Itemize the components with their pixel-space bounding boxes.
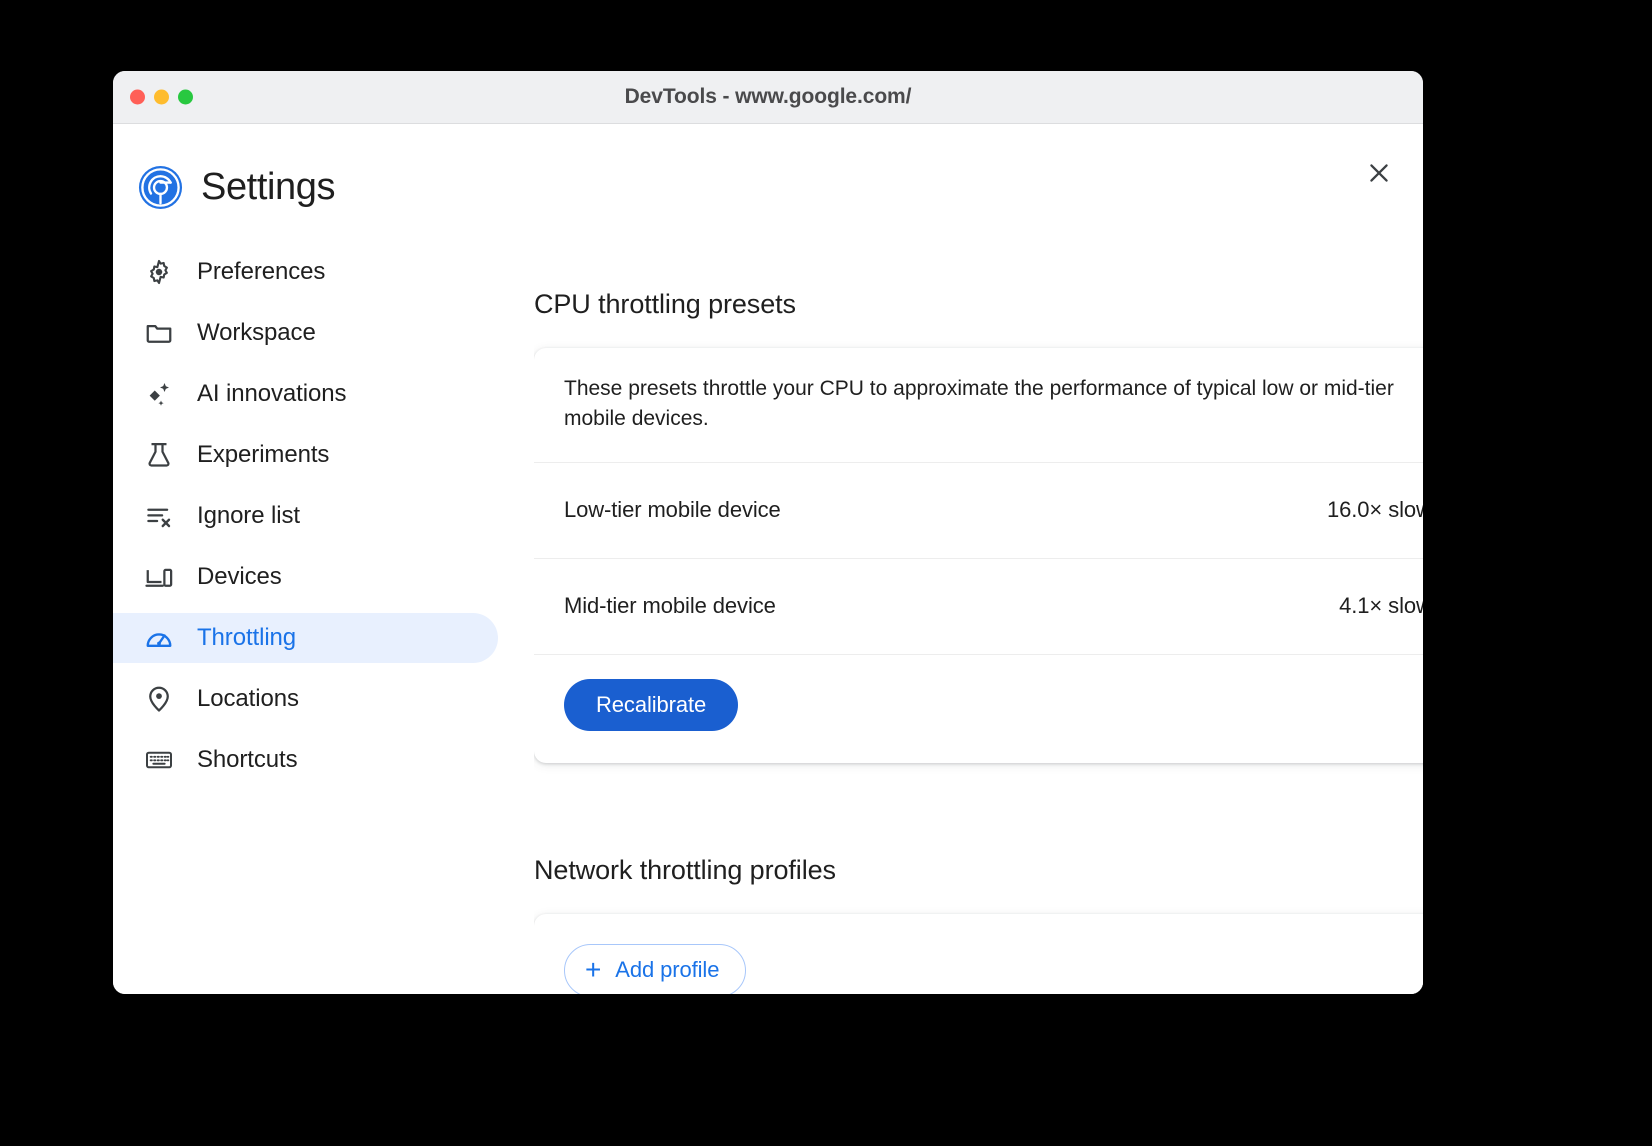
window-title: DevTools - www.google.com/: [113, 85, 1423, 109]
preset-value: 16.0× slowdown: [1327, 497, 1423, 523]
window-close-button[interactable]: [130, 90, 145, 105]
preset-value: 4.1× slowdown: [1339, 593, 1423, 619]
preset-name: Low-tier mobile device: [564, 497, 781, 523]
window-minimize-button[interactable]: [154, 90, 169, 105]
screen-root: DevTools - www.google.com/: [0, 0, 1652, 1146]
cpu-section-description: These presets throttle your CPU to appro…: [534, 348, 1423, 463]
sidebar-item-label: Workspace: [197, 319, 316, 347]
preset-name: Mid-tier mobile device: [564, 593, 776, 619]
flask-icon: [143, 439, 175, 471]
cpu-throttling-card: These presets throttle your CPU to appro…: [534, 348, 1423, 763]
sidebar-item-devices[interactable]: Devices: [113, 552, 498, 602]
settings-main-panel: CPU throttling presets These presets thr…: [534, 124, 1423, 994]
window-titlebar: DevTools - www.google.com/: [113, 71, 1423, 124]
traffic-light-group: [130, 90, 193, 105]
sidebar-item-label: AI innovations: [197, 380, 346, 408]
sidebar-item-label: Experiments: [197, 441, 329, 469]
speedometer-icon: [143, 622, 175, 654]
cpu-section-title: CPU throttling presets: [534, 289, 1403, 320]
gear-icon: [143, 256, 175, 288]
sidebar-item-shortcuts[interactable]: Shortcuts: [113, 735, 498, 785]
sidebar-item-label: Preferences: [197, 258, 325, 286]
plus-icon: +: [585, 956, 601, 984]
pin-icon: [143, 683, 175, 715]
sidebar-item-workspace[interactable]: Workspace: [113, 308, 498, 358]
preset-row-low-tier[interactable]: Low-tier mobile device 16.0× slowdown: [534, 463, 1423, 559]
sidebar-item-label: Locations: [197, 685, 299, 713]
sidebar-item-ai-innovations[interactable]: AI innovations: [113, 369, 498, 419]
sidebar-item-label: Throttling: [197, 624, 296, 652]
devtools-window: DevTools - www.google.com/: [113, 71, 1423, 994]
devices-icon: [143, 561, 175, 593]
add-profile-label: Add profile: [615, 957, 719, 983]
add-profile-button[interactable]: + Add profile: [564, 944, 746, 994]
section-spacer: [534, 763, 1403, 855]
settings-nav-list: Preferences Workspace: [113, 247, 498, 796]
sidebar-item-throttling[interactable]: Throttling: [113, 613, 498, 663]
window-maximize-button[interactable]: [178, 90, 193, 105]
sidebar-item-preferences[interactable]: Preferences: [113, 247, 498, 297]
sidebar-item-locations[interactable]: Locations: [113, 674, 498, 724]
network-section-title: Network throttling profiles: [534, 855, 1403, 886]
settings-dialog: Settings Preferences: [113, 124, 1423, 994]
sidebar-item-experiments[interactable]: Experiments: [113, 430, 498, 480]
sidebar-item-ignore-list[interactable]: Ignore list: [113, 491, 498, 541]
list-x-icon: [143, 500, 175, 532]
keyboard-icon: [143, 744, 175, 776]
sidebar-item-label: Devices: [197, 563, 282, 591]
cpu-card-actions: Recalibrate: [534, 655, 1423, 763]
recalibrate-button[interactable]: Recalibrate: [564, 679, 738, 731]
sidebar-item-label: Shortcuts: [197, 746, 297, 774]
settings-title: Settings: [201, 166, 335, 209]
sidebar-item-label: Ignore list: [197, 502, 300, 530]
sparkle-icon: [143, 378, 175, 410]
network-throttling-card: + Add profile: [534, 914, 1423, 994]
preset-row-mid-tier[interactable]: Mid-tier mobile device 4.1× slowdown: [534, 559, 1423, 655]
folder-icon: [143, 317, 175, 349]
settings-brand: Settings: [113, 164, 498, 211]
chrome-logo-icon: [137, 164, 184, 211]
settings-sidebar: Settings Preferences: [113, 124, 498, 796]
